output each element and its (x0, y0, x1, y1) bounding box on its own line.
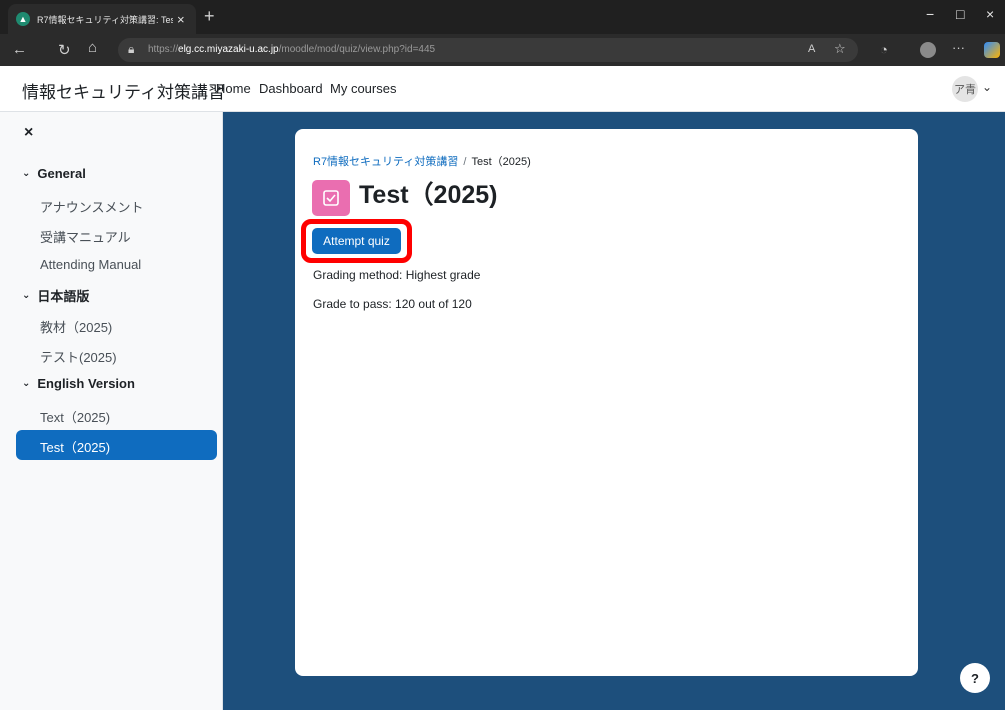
course-item-test-jp[interactable]: テスト(2025) (40, 347, 117, 366)
maximize-button[interactable]: □ (956, 6, 964, 22)
nav-dashboard[interactable]: Dashboard (259, 81, 323, 96)
refresh-icon[interactable]: ↻ (58, 41, 71, 59)
user-avatar[interactable]: ア青 (952, 76, 978, 102)
url-prefix: https:// (148, 44, 179, 55)
favorite-icon[interactable]: ☆ (834, 41, 846, 57)
main-region: R7情報セキュリティ対策講習 / Test（2025) Test（2025) Gra… (223, 112, 1005, 710)
grade-to-pass: Grade to pass: 120 out of 120 (313, 297, 472, 311)
read-aloud-icon[interactable]: A (808, 43, 815, 55)
lock-icon[interactable]: 🔒︎ (128, 42, 134, 57)
chevron-down-icon[interactable]: ⌄ (22, 168, 30, 179)
section-english[interactable]: ⌄ English Version (22, 376, 135, 391)
course-item-manual-jp[interactable]: 受講マニュアル (40, 227, 131, 246)
grading-method: Grading method: Highest grade (313, 268, 481, 282)
site-navbar: 情報セキュリティ対策講習 Home Dashboard My courses ア… (0, 66, 1005, 112)
url-path: /moodle/mod/quiz/view.php?id=445 (278, 44, 436, 55)
section-title: English Version (37, 376, 135, 391)
close-icon[interactable]: × (24, 124, 33, 142)
page-title: Test（2025) (359, 181, 498, 209)
profile-icon[interactable] (920, 42, 936, 58)
browser-tab[interactable]: ▲ R7情報セキュリティ対策講習: Test（ × (8, 4, 196, 34)
breadcrumb-separator: / (463, 156, 467, 168)
back-icon[interactable]: ← (12, 41, 27, 58)
address-bar[interactable]: 🔒︎ https://elg.cc.miyazaki-u.ac.jp/moodl… (118, 38, 858, 62)
nav-my-courses[interactable]: My courses (330, 81, 396, 96)
chevron-down-icon[interactable]: ⌄ (982, 80, 992, 94)
nav-home[interactable]: Home (216, 81, 251, 96)
new-tab-button[interactable]: + (204, 6, 215, 27)
browser-titlebar: ▲ R7情報セキュリティ対策講習: Test（ × + − □ × (0, 0, 1005, 34)
section-japanese[interactable]: ⌄ 日本語版 (22, 286, 89, 305)
home-icon[interactable]: ⌂ (88, 39, 97, 56)
course-item-attending-manual[interactable]: Attending Manual (40, 257, 141, 272)
course-item-text-jp[interactable]: 教材（2025) (40, 317, 112, 336)
chevron-down-icon[interactable]: ⌄ (22, 290, 30, 301)
help-button[interactable]: ? (960, 663, 990, 693)
chevron-down-icon[interactable]: ⌄ (22, 378, 30, 389)
quiz-card: R7情報セキュリティ対策講習 / Test（2025) Test（2025) Gra… (295, 129, 918, 676)
url-host: elg.cc.miyazaki-u.ac.jp (178, 44, 279, 55)
moodle-favicon-icon: ▲ (16, 12, 30, 26)
url-text: https://elg.cc.miyazaki-u.ac.jp/moodle/m… (148, 44, 435, 55)
course-item-announcements[interactable]: アナウンスメント (40, 197, 143, 216)
section-title: General (37, 166, 86, 181)
close-window-button[interactable]: × (986, 6, 994, 22)
tab-title: R7情報セキュリティ対策講習: Test（ (37, 14, 173, 25)
quiz-icon (312, 180, 350, 216)
copilot-icon[interactable] (984, 42, 1000, 58)
extensions-icon[interactable]: ◔ (880, 42, 888, 57)
breadcrumb-course-link[interactable]: R7情報セキュリティ対策講習 (313, 156, 458, 168)
browser-toolbar: ← ↻ ⌂ 🔒︎ https://elg.cc.miyazaki-u.ac.jp… (0, 34, 1005, 66)
course-index-drawer: × ⌄ General アナウンスメント 受講マニュアル Attending M… (0, 112, 223, 710)
section-title: 日本語版 (37, 289, 90, 304)
attempt-quiz-button[interactable]: Attempt quiz (312, 228, 401, 254)
tab-close-icon[interactable]: × (177, 12, 185, 27)
breadcrumb-current: Test（2025) (471, 156, 531, 168)
course-item-text-en[interactable]: Text（2025) (40, 407, 110, 426)
more-icon[interactable]: ··· (952, 40, 965, 55)
breadcrumb: R7情報セキュリティ対策講習 / Test（2025) (313, 153, 531, 169)
section-general[interactable]: ⌄ General (22, 166, 86, 181)
site-name[interactable]: 情報セキュリティ対策講習 (22, 78, 225, 103)
minimize-button[interactable]: − (926, 6, 934, 22)
course-item-test-en-active[interactable]: Test（2025) (16, 430, 217, 460)
